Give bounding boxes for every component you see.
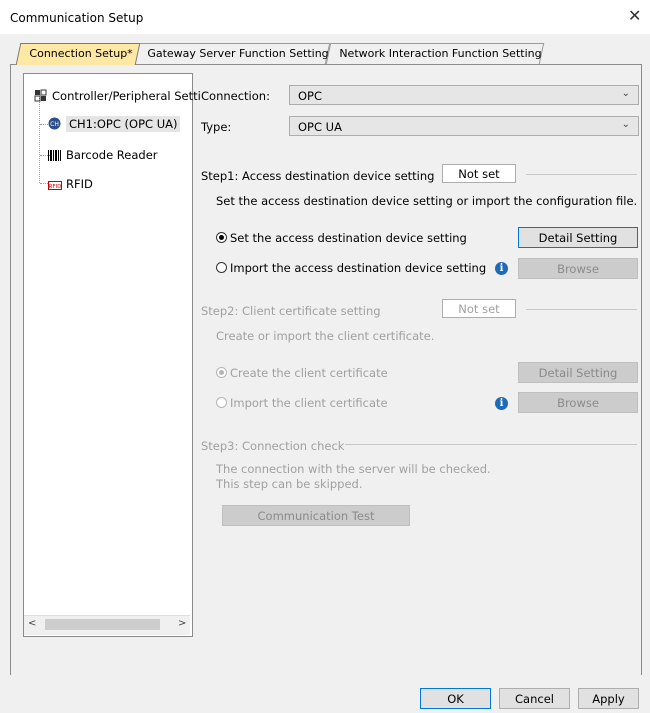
info-icon[interactable]: i xyxy=(495,397,508,410)
radio-import-certificate[interactable]: Import the client certificate xyxy=(216,396,388,410)
tab-gateway-server[interactable]: Gateway Server Function Setting xyxy=(133,43,331,64)
cancel-button[interactable]: Cancel xyxy=(499,688,570,709)
type-label: Type: xyxy=(201,120,232,134)
radio-selected-icon xyxy=(216,367,227,378)
ch1-icon: CH xyxy=(48,117,62,130)
divider xyxy=(526,309,637,310)
tree-item-label: CH1:OPC (OPC UA) xyxy=(66,116,181,132)
chevron-down-icon: ⌄ xyxy=(621,88,630,99)
step2-title: Step2: Client certificate setting xyxy=(201,304,381,318)
tree-item-rfid[interactable]: RFID RFID xyxy=(48,177,93,192)
radio-import-access[interactable]: Import the access destination device set… xyxy=(216,261,486,275)
svg-text:RFID: RFID xyxy=(49,184,62,190)
step2-description: Create or import the client certificate. xyxy=(216,329,435,343)
scroll-left-icon[interactable]: < xyxy=(28,618,36,629)
tree-item-label: RFID xyxy=(66,177,93,191)
radio-create-certificate[interactable]: Create the client certificate xyxy=(216,366,388,380)
radio-unselected-icon xyxy=(216,262,227,273)
radio-set-access[interactable]: Set the access destination device settin… xyxy=(216,231,467,245)
svg-text:CH: CH xyxy=(50,121,59,128)
tab-label: Gateway Server Function Setting xyxy=(147,47,329,60)
tree-root[interactable]: Controller/Peripheral Setti xyxy=(34,89,201,103)
apply-button[interactable]: Apply xyxy=(578,688,639,709)
tree-item-ch1[interactable]: CH CH1:OPC (OPC UA) xyxy=(48,116,181,132)
window-title: Communication Setup xyxy=(10,11,144,25)
connection-value: OPC xyxy=(298,89,323,103)
tab-label: Connection Setup* xyxy=(29,47,133,60)
radio-selected-icon xyxy=(216,232,227,243)
type-value: OPC UA xyxy=(298,120,342,134)
tab-network-interaction[interactable]: Network Interaction Function Setting xyxy=(325,43,545,64)
tree-item-barcode[interactable]: Barcode Reader xyxy=(48,148,158,163)
close-icon[interactable]: ✕ xyxy=(628,6,641,25)
tree-root-label: Controller/Peripheral Setti xyxy=(52,89,201,103)
barcode-icon xyxy=(48,150,62,163)
chevron-down-icon: ⌄ xyxy=(621,119,630,130)
step2-status-badge: Not set xyxy=(442,299,516,318)
step3-description-line1: The connection with the server will be c… xyxy=(216,462,491,476)
step3-title: Step3: Connection check xyxy=(201,439,345,453)
radio-label: Create the client certificate xyxy=(230,366,388,380)
scroll-right-icon[interactable]: > xyxy=(178,618,186,629)
info-icon[interactable]: i xyxy=(495,262,508,275)
radio-label: Import the client certificate xyxy=(230,396,388,410)
radio-label: Set the access destination device settin… xyxy=(230,231,467,245)
step2-detail-setting-button[interactable]: Detail Setting xyxy=(518,362,638,383)
scrollbar-thumb[interactable] xyxy=(45,619,160,630)
device-tree[interactable]: Controller/Peripheral Setti CH CH1:OPC (… xyxy=(23,73,201,637)
communication-test-button[interactable]: Communication Test xyxy=(222,505,410,526)
step1-status-badge: Not set xyxy=(442,164,516,183)
connection-select[interactable]: OPC ⌄ xyxy=(289,85,639,105)
divider xyxy=(526,174,637,175)
connection-label: Connection: xyxy=(201,89,270,103)
step2-browse-button[interactable]: Browse xyxy=(518,392,638,413)
step3-description-line2: This step can be skipped. xyxy=(216,477,363,491)
radio-unselected-icon xyxy=(216,397,227,408)
step1-detail-setting-button[interactable]: Detail Setting xyxy=(518,227,638,248)
step1-title: Step1: Access destination device setting xyxy=(201,169,435,183)
tree-item-label: Barcode Reader xyxy=(66,148,158,162)
tab-label: Network Interaction Function Setting xyxy=(339,47,542,60)
type-select[interactable]: OPC UA ⌄ xyxy=(289,116,639,136)
tab-connection-setup[interactable]: Connection Setup* xyxy=(15,43,141,65)
rfid-icon: RFID xyxy=(48,179,62,192)
divider xyxy=(345,444,637,445)
controller-icon xyxy=(34,89,48,102)
step1-browse-button[interactable]: Browse xyxy=(518,258,638,279)
ok-button[interactable]: OK xyxy=(420,688,491,709)
radio-label: Import the access destination device set… xyxy=(230,261,487,275)
step1-description: Set the access destination device settin… xyxy=(216,194,638,208)
